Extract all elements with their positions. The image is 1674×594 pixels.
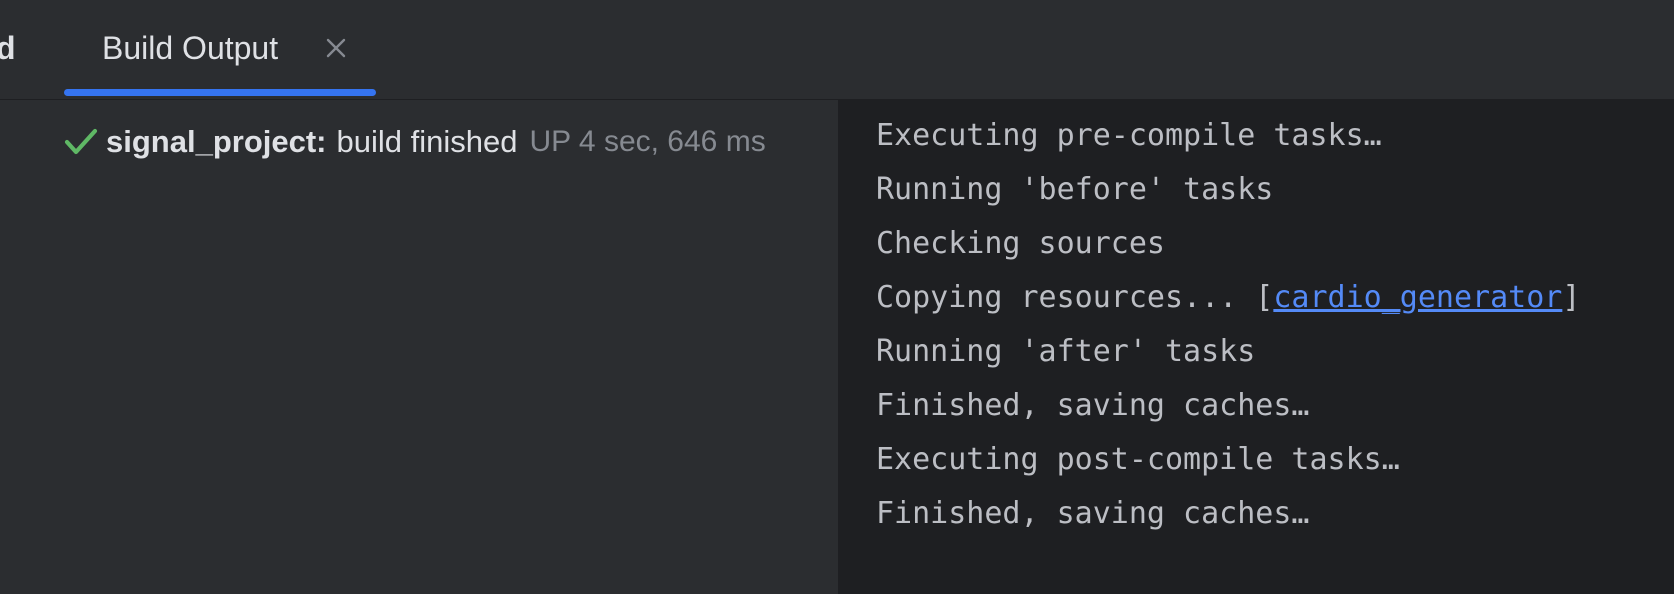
console-lines: Executing pre-compile tasks… Running 'be… [876, 109, 1580, 541]
tool-window-tab-strip: d Build Output [0, 0, 1674, 100]
tree-row-build-result[interactable]: signal_project: build finished UP 4 sec,… [64, 120, 834, 164]
tab-build-output-label: Build Output [102, 30, 279, 66]
build-status-text: build finished [336, 124, 518, 159]
console-line-prefix: Copying resources... [ [876, 280, 1274, 315]
project-name: signal_project: [106, 124, 327, 159]
console-line-with-link: Copying resources... [cardio_generator] [876, 271, 1580, 325]
console-line: Finished, saving caches… [876, 388, 1310, 423]
tab-build-output[interactable]: Build Output [64, 0, 376, 100]
active-tab-indicator [64, 89, 376, 96]
previous-tab-label-fragment[interactable]: d [0, 28, 16, 68]
console-line: Executing pre-compile tasks… [876, 118, 1382, 153]
close-icon[interactable] [322, 34, 350, 62]
console-line: Finished, saving caches… [876, 496, 1310, 531]
console-line-suffix: ] [1562, 280, 1581, 315]
console-line: Checking sources [876, 226, 1165, 261]
checkmark-icon [64, 125, 98, 159]
build-tree-panel: signal_project: build finished UP 4 sec,… [0, 100, 838, 594]
console-line: Running 'before' tasks [876, 172, 1274, 207]
console-line: Running 'after' tasks [876, 334, 1256, 369]
console-line: Executing post-compile tasks… [876, 442, 1400, 477]
build-duration: UP 4 sec, 646 ms [529, 125, 766, 158]
build-console-output[interactable]: Executing pre-compile tasks… Running 'be… [838, 100, 1674, 594]
module-link-cardio-generator[interactable]: cardio_generator [1273, 280, 1562, 315]
